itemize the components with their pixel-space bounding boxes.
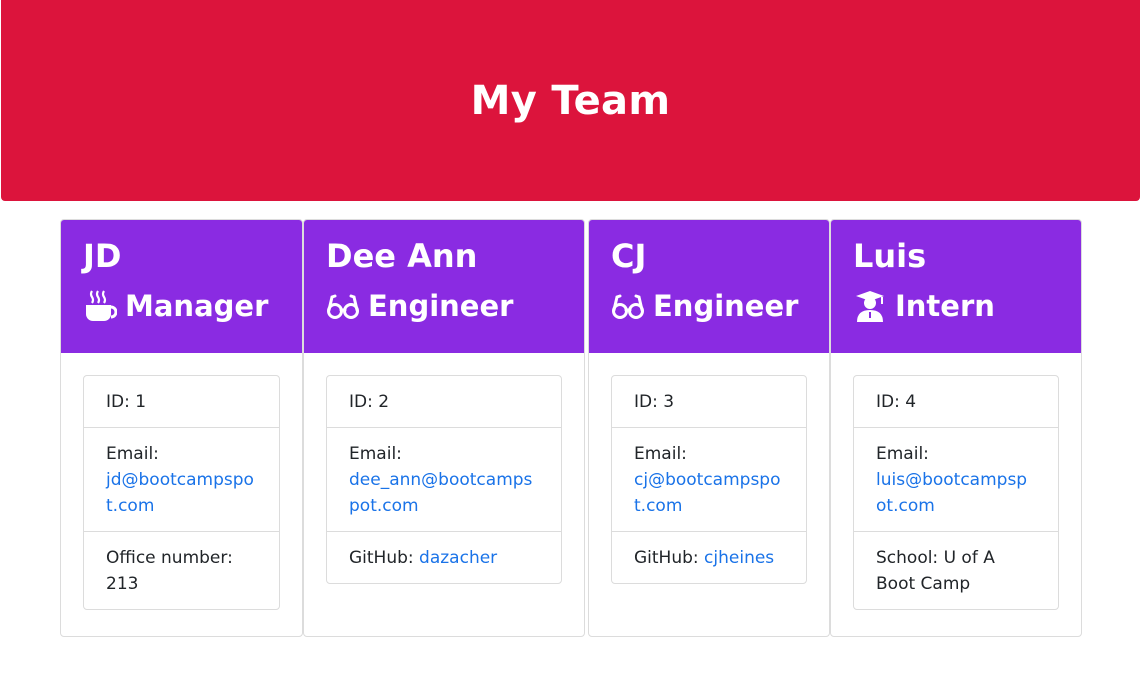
school-label: School:: [876, 548, 944, 568]
employee-card-cj: CJ Engineer ID: 3 Email: cj@bootcampspot…: [588, 219, 830, 637]
employee-role: Intern: [853, 286, 1059, 326]
card-header: CJ Engineer: [589, 220, 829, 353]
info-list: ID: 1 Email: jd@bootcampspot.com Office …: [83, 375, 280, 610]
github-item: GitHub: dazacher: [327, 532, 561, 583]
glasses-icon: [326, 289, 360, 323]
github-link[interactable]: cjheines: [704, 548, 774, 568]
employee-role: Manager: [83, 286, 280, 326]
role-label: Engineer: [653, 289, 799, 323]
school-item: School: U of A Boot Camp: [854, 532, 1058, 609]
office-number: 213: [106, 574, 139, 594]
role-label: Manager: [125, 289, 269, 323]
employee-card-luis: Luis Intern ID: 4 Email: luis@bootcampsp…: [830, 219, 1082, 637]
employee-role: Engineer: [326, 286, 562, 326]
email-label: Email:: [106, 444, 159, 464]
id-item: ID: 3: [612, 376, 806, 428]
email-item: Email: luis@bootcampspot.com: [854, 428, 1058, 532]
card-header: JD Manager: [61, 220, 302, 353]
info-list: ID: 2 Email: dee_ann@bootcampspot.com Gi…: [326, 375, 562, 584]
email-link[interactable]: dee_ann@bootcampspot.com: [349, 470, 532, 516]
employee-card-jd: JD Manager ID: 1 Email: jd@bootcampspot.…: [60, 219, 303, 637]
email-item: Email: dee_ann@bootcampspot.com: [327, 428, 561, 532]
role-label: Intern: [895, 289, 995, 323]
email-item: Email: cj@bootcampspot.com: [612, 428, 806, 532]
employee-role: Engineer: [611, 286, 807, 326]
card-header: Luis Intern: [831, 220, 1081, 353]
info-list: ID: 4 Email: luis@bootcampspot.com Schoo…: [853, 375, 1059, 610]
graduate-icon: [853, 289, 887, 323]
email-link[interactable]: jd@bootcampspot.com: [106, 470, 254, 516]
glasses-icon: [611, 289, 645, 323]
email-label: Email:: [349, 444, 402, 464]
github-link[interactable]: dazacher: [419, 548, 497, 568]
github-item: GitHub: cjheines: [612, 532, 806, 583]
github-label: GitHub:: [349, 548, 420, 568]
employee-name: Dee Ann: [326, 237, 478, 275]
role-label: Engineer: [368, 289, 514, 323]
office-item: Office number: 213: [84, 532, 279, 609]
email-link[interactable]: cj@bootcampspot.com: [634, 470, 781, 516]
github-label: GitHub:: [634, 548, 705, 568]
employee-name: CJ: [611, 237, 647, 275]
email-label: Email:: [634, 444, 687, 464]
employee-name: Luis: [853, 237, 927, 275]
id-item: ID: 1: [84, 376, 279, 428]
email-label: Email:: [876, 444, 929, 464]
id-item: ID: 4: [854, 376, 1058, 428]
employee-name: JD: [83, 237, 122, 275]
info-list: ID: 3 Email: cj@bootcampspot.com GitHub:…: [611, 375, 807, 584]
email-link[interactable]: luis@bootcampspot.com: [876, 470, 1027, 516]
office-label: Office number:: [106, 548, 233, 568]
page-header: My Team: [1, 0, 1140, 201]
coffee-icon: [83, 289, 117, 323]
id-item: ID: 2: [327, 376, 561, 428]
email-item: Email: jd@bootcampspot.com: [84, 428, 279, 532]
card-header: Dee Ann Engineer: [304, 220, 584, 353]
employee-card-dee-ann: Dee Ann Engineer ID: 2 Email: dee_ann@bo…: [303, 219, 585, 637]
page-title: My Team: [470, 77, 671, 124]
